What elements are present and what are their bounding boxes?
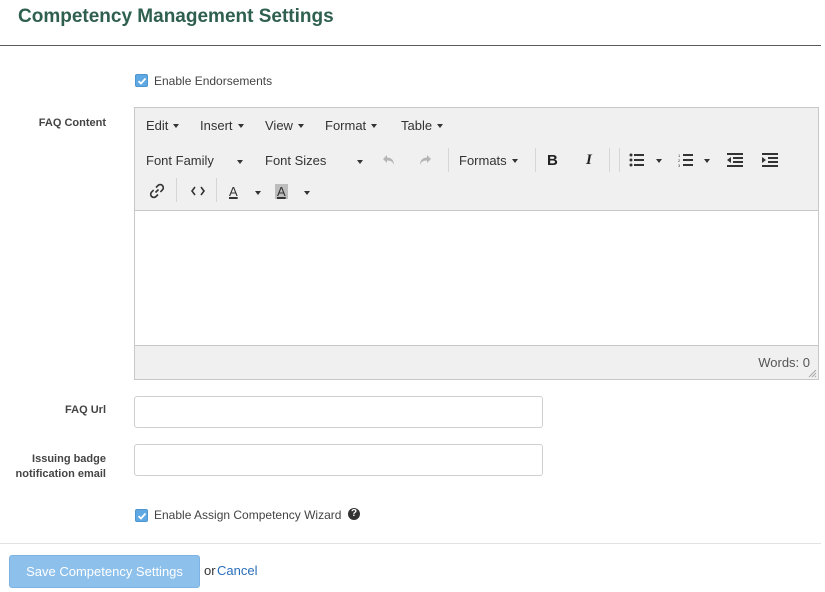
bullet-list-icon[interactable] [629, 153, 645, 167]
enable-endorsements-checkbox[interactable] [135, 74, 148, 87]
indent-icon[interactable] [762, 153, 778, 167]
outdent-icon[interactable] [727, 153, 743, 167]
bullet-list-caret-icon[interactable] [656, 159, 662, 163]
background-color-caret-icon[interactable] [304, 191, 310, 195]
checkmark-icon [137, 512, 147, 520]
font-sizes-caret-icon[interactable] [357, 160, 363, 164]
background-color-icon[interactable]: A [275, 184, 288, 199]
faq-content-editor: Edit Insert View Format Table Font Famil… [134, 107, 819, 380]
faq-url-label: FAQ Url [65, 404, 106, 416]
editor-menubar: Edit Insert View Format Table [135, 108, 818, 142]
menu-table[interactable]: Table [401, 118, 444, 133]
help-icon[interactable]: ? [348, 508, 360, 520]
undo-icon[interactable] [382, 154, 396, 166]
checkmark-icon [137, 77, 147, 85]
cancel-link[interactable]: Cancel [217, 563, 257, 578]
enable-assign-wizard-checkbox[interactable] [135, 509, 148, 522]
badge-email-input[interactable] [134, 444, 543, 476]
faq-content-label: FAQ Content [38, 117, 106, 129]
font-sizes-select[interactable]: Font Sizes [265, 153, 326, 168]
font-family-select[interactable]: Font Family [146, 153, 214, 168]
or-text: or [204, 563, 216, 578]
toolbar-separator [609, 148, 610, 172]
numbered-list-icon[interactable]: 1 2 3 [678, 153, 694, 167]
text-color-caret-icon[interactable] [255, 191, 261, 195]
save-competency-settings-button[interactable]: Save Competency Settings [9, 555, 200, 588]
title-divider [0, 45, 821, 46]
enable-assign-wizard-label: Enable Assign Competency Wizard [154, 508, 342, 522]
badge-email-label-line1: Issuing badge [32, 453, 106, 465]
footer-divider [0, 543, 821, 544]
enable-endorsements-label: Enable Endorsements [154, 74, 273, 88]
faq-content-edit-area[interactable] [135, 210, 818, 346]
redo-icon[interactable] [418, 154, 432, 166]
link-icon[interactable] [149, 183, 165, 199]
badge-email-label-line2: notification email [15, 468, 106, 480]
numbered-list-caret-icon[interactable] [704, 159, 710, 163]
toolbar-separator [176, 178, 177, 202]
word-count: Words: 0 [758, 355, 810, 370]
badge-email-label: Issuing badge notification email [2, 452, 106, 482]
text-color-icon[interactable]: A [229, 184, 238, 199]
italic-button[interactable]: I [586, 152, 592, 169]
menu-format[interactable]: Format [325, 118, 378, 133]
resize-grip-icon[interactable] [808, 369, 817, 378]
menu-edit[interactable]: Edit [146, 118, 180, 133]
toolbar-separator [448, 148, 449, 172]
source-code-icon[interactable] [191, 186, 205, 196]
font-family-caret-icon[interactable] [237, 160, 243, 164]
toolbar-separator [535, 148, 536, 172]
menu-view[interactable]: View [265, 118, 304, 133]
toolbar-separator [619, 148, 620, 172]
menu-insert[interactable]: Insert [200, 118, 244, 133]
formats-dropdown[interactable]: Formats [459, 153, 518, 168]
svg-text:3: 3 [678, 163, 681, 167]
toolbar-separator [216, 178, 217, 202]
page-title: Competency Management Settings [18, 6, 334, 27]
bold-button[interactable]: B [547, 152, 558, 169]
faq-url-input[interactable] [134, 396, 543, 428]
